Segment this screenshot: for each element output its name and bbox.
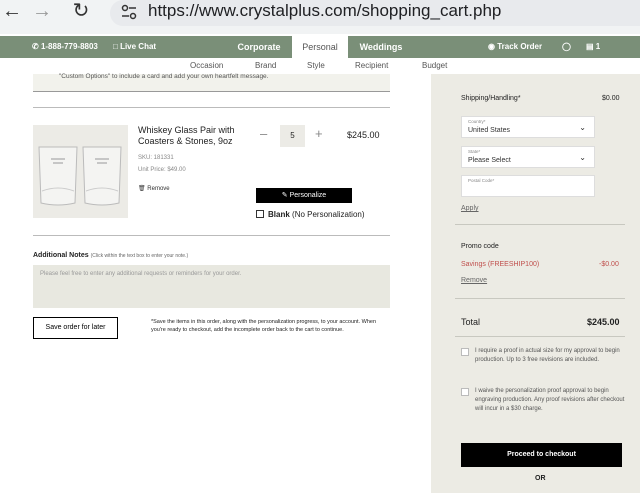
divider <box>33 107 390 108</box>
postal-code-field[interactable]: Postal Code* <box>461 175 595 197</box>
divider <box>455 336 625 337</box>
promo-name: Savings (FREESHIP100) <box>461 261 540 268</box>
subnav-style[interactable]: Style <box>307 61 325 70</box>
country-select[interactable]: Country* United States ⌄ <box>461 116 595 138</box>
nav-corporate[interactable]: Corporate <box>226 36 292 58</box>
product-info: Whiskey Glass Pair with Coasters & Stone… <box>138 125 238 195</box>
save-order-note: *Save the items in this order, along wit… <box>151 319 377 333</box>
proof-actual-size-checkbox[interactable] <box>461 348 469 356</box>
blank-checkbox[interactable] <box>256 210 264 218</box>
chevron-down-icon: ⌄ <box>579 123 586 132</box>
address-bar[interactable]: https://www.crystalplus.com/shopping_car… <box>110 0 640 26</box>
custom-options-notice: "Custom Options" to include a card and a… <box>33 73 390 92</box>
site-settings-icon[interactable] <box>120 3 138 21</box>
blank-option[interactable]: Blank (No Personalization) <box>256 210 365 219</box>
quantity-decrease-button[interactable]: – <box>260 126 267 141</box>
product-sku: SKU: 181331 <box>138 155 174 161</box>
cart-count: 1 <box>595 42 601 51</box>
trash-icon: 🗑 <box>138 186 146 192</box>
promo-remove-link[interactable]: Remove <box>461 277 487 284</box>
track-order-link[interactable]: ◉ Track Order <box>488 42 542 51</box>
remove-item-link[interactable]: 🗑 Remove <box>138 184 238 195</box>
cart-main: "Custom Options" to include a card and a… <box>0 73 430 493</box>
category-subnav: Occasion Brand Style Recipient Budget <box>0 58 640 74</box>
proceed-to-checkout-button[interactable]: Proceed to checkout <box>461 443 622 467</box>
site-topbar: ✆ 1-888-779-8803 □ Live Chat Corporate P… <box>0 36 640 58</box>
promo-label: Promo code <box>461 243 499 250</box>
phone-link[interactable]: ✆ 1-888-779-8803 <box>32 42 98 51</box>
apply-link[interactable]: Apply <box>461 205 479 212</box>
waive-proof-label: I waive the personalization proof approv… <box>475 388 625 412</box>
product-name[interactable]: Whiskey Glass Pair with Coasters & Stone… <box>138 125 238 147</box>
subnav-occasion[interactable]: Occasion <box>190 61 223 70</box>
quantity-input[interactable]: 5 <box>280 125 305 147</box>
promo-value: -$0.00 <box>599 261 619 268</box>
order-summary: Shipping/Handling* $0.00 Country* United… <box>431 74 640 493</box>
save-order-button[interactable]: Save order for later <box>33 317 118 339</box>
quantity-increase-button[interactable]: + <box>315 126 323 141</box>
forward-icon[interactable]: → <box>30 0 54 24</box>
total-value: $245.00 <box>587 317 620 327</box>
subnav-brand[interactable]: Brand <box>255 61 276 70</box>
line-price: $245.00 <box>347 130 380 140</box>
cart-link[interactable]: ▤ 1 <box>586 42 600 51</box>
shipping-value: $0.00 <box>602 95 620 102</box>
divider <box>33 235 390 236</box>
additional-notes-textarea[interactable]: Please feel free to enter any additional… <box>33 265 390 308</box>
pen-icon: ✎ <box>281 192 288 199</box>
url-text[interactable]: https://www.crystalplus.com/shopping_car… <box>148 1 501 21</box>
shipping-label: Shipping/Handling* <box>461 95 521 102</box>
back-icon[interactable]: ← <box>0 0 24 24</box>
browser-toolbar: ← → ↻ https://www.crystalplus.com/shoppi… <box>0 0 640 34</box>
nav-weddings[interactable]: Weddings <box>348 36 414 58</box>
total-label: Total <box>461 317 481 327</box>
cart-icon: ▤ <box>586 42 594 51</box>
unit-price: Unit Price: $49.00 <box>138 167 186 173</box>
divider <box>455 298 625 299</box>
chevron-down-icon: ⌄ <box>579 153 586 162</box>
account-icon[interactable]: ◯ <box>562 42 571 51</box>
nav-personal[interactable]: Personal <box>292 36 348 58</box>
proof-actual-size-label: I require a proof in actual size for my … <box>475 348 620 363</box>
divider <box>455 224 625 225</box>
whiskey-glasses-image <box>38 146 122 206</box>
state-select[interactable]: State* Please Select ⌄ <box>461 146 595 168</box>
or-separator: OR <box>535 475 546 482</box>
reload-icon[interactable]: ↻ <box>69 0 93 24</box>
subnav-budget[interactable]: Budget <box>422 61 447 70</box>
product-image[interactable] <box>33 125 128 218</box>
waive-proof-checkbox[interactable] <box>461 388 469 396</box>
subnav-recipient[interactable]: Recipient <box>355 61 388 70</box>
live-chat-link[interactable]: □ Live Chat <box>113 42 156 51</box>
personalize-button[interactable]: ✎ Personalize <box>256 188 352 203</box>
notes-label: Additional Notes (Click within the text … <box>33 252 189 259</box>
